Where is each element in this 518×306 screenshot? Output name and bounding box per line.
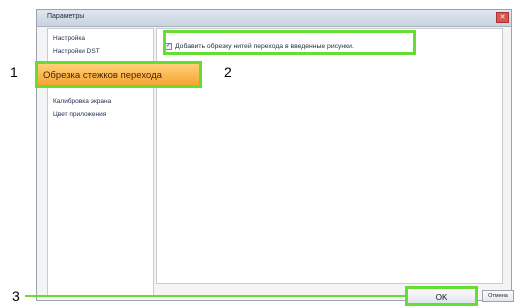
close-button[interactable]: ✕ — [496, 12, 509, 23]
title-bar: Параметры ✕ — [37, 10, 511, 27]
callout-2: 2 — [224, 64, 232, 80]
sidebar-item-screen-calibration[interactable]: Калибровка экрана — [53, 98, 111, 105]
sidebar-item-dst-settings[interactable]: Настройки DST — [53, 48, 100, 55]
sidebar-item-jump-stitch-trim[interactable]: Обрезка стежков перехода — [35, 61, 202, 88]
sidebar-item-label: Обрезка стежков перехода — [43, 70, 162, 81]
dialog-title: Параметры — [47, 13, 85, 20]
callout-3: 3 — [12, 288, 20, 304]
checkbox-highlight — [163, 30, 416, 55]
ok-button-label: OK — [435, 293, 448, 302]
cancel-button[interactable]: Отмена — [482, 290, 514, 302]
callout-leader-line — [25, 295, 405, 297]
close-icon: ✕ — [499, 14, 506, 21]
settings-content-panel: ✓ Добавить обрезку нитей перехода в введ… — [156, 28, 503, 284]
cancel-button-label: Отмена — [488, 293, 508, 299]
sidebar-item-app-color[interactable]: Цвет приложения — [53, 111, 106, 118]
callout-1: 1 — [10, 64, 18, 80]
ok-button[interactable]: OK — [405, 286, 478, 306]
sidebar-item-settings[interactable]: Настройка — [53, 35, 85, 42]
